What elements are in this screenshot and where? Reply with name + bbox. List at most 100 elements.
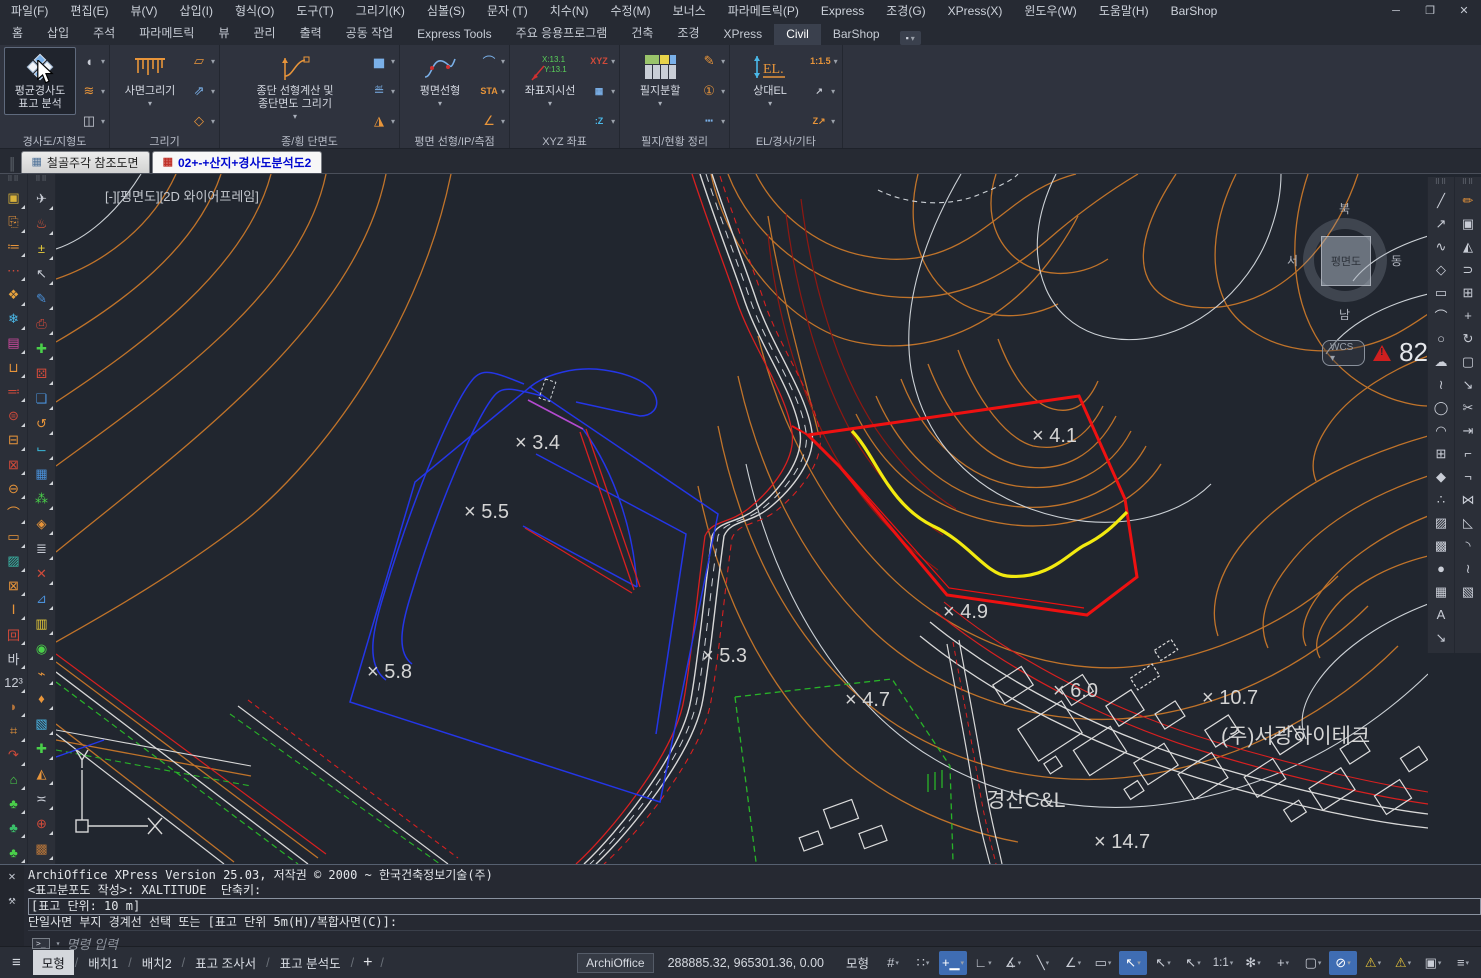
new-layout-button[interactable]: + bbox=[355, 954, 380, 972]
hatch-icon[interactable]: ▨ bbox=[1429, 511, 1453, 534]
ortho-mode-icon[interactable]: ∟▾ bbox=[969, 951, 997, 975]
xyz-table-icon[interactable]: XYZ▾ bbox=[590, 49, 615, 73]
maximize-icon[interactable]: ❐ bbox=[1413, 0, 1447, 22]
mesh-icon[interactable]: ◇▾ bbox=[190, 109, 215, 133]
coord-palette-icon[interactable]: ▦▾ bbox=[590, 79, 615, 103]
multileader-icon[interactable]: ↘ bbox=[1429, 626, 1453, 649]
gradient-icon[interactable]: ▩ bbox=[1429, 534, 1453, 557]
photo-tool-icon[interactable]: ❖ bbox=[2, 283, 26, 306]
grid-tool-icon[interactable]: ▥ bbox=[30, 612, 54, 636]
viewcube-north[interactable]: 북 bbox=[1339, 200, 1350, 217]
snap-overrides-icon[interactable]: ↖▾ bbox=[1149, 951, 1177, 975]
clipboard-tool-icon[interactable]: ⎘ bbox=[2, 211, 26, 234]
viewcube-face[interactable]: 평면도 bbox=[1321, 236, 1371, 286]
viewcube-west[interactable]: 서 bbox=[1287, 252, 1298, 269]
coordinates-display[interactable]: 288885.32, 965301.36, 0.00 bbox=[656, 956, 836, 970]
menu-item[interactable]: 도움말(H) bbox=[1088, 0, 1160, 22]
road3-tool-icon[interactable]: ⊟ bbox=[2, 429, 26, 452]
fillet-icon[interactable]: ◝ bbox=[1456, 534, 1480, 557]
tabbar-grip[interactable]: ║ bbox=[8, 157, 17, 171]
ribbon-options-button[interactable]: ▪▾ bbox=[900, 31, 921, 45]
command-dropdown-icon[interactable]: ▾ bbox=[56, 939, 61, 948]
ribbon-tab[interactable]: 삽입 bbox=[35, 21, 81, 45]
sketch-pencil-icon[interactable]: ✎▾ bbox=[700, 49, 725, 73]
crosshair-icon[interactable]: +▾ bbox=[1269, 951, 1297, 975]
ribbon-tab[interactable]: 홈 bbox=[0, 21, 35, 45]
table-icon[interactable]: ▦ bbox=[1429, 580, 1453, 603]
box-3d-icon[interactable]: ▧ bbox=[1456, 580, 1480, 603]
coord-leader-button[interactable]: X:13.1 Y:13.1 좌표지시선 ▾ bbox=[514, 47, 586, 112]
extend-icon[interactable]: ⇥ bbox=[1456, 419, 1480, 442]
menu-item[interactable]: XPress(X) bbox=[937, 0, 1014, 22]
file-tab[interactable]: ▦ 철골주각 참조도면 bbox=[21, 151, 150, 173]
copy-icon[interactable]: ▣ bbox=[1456, 212, 1480, 235]
graphics-warning-icon[interactable]: ⚠▾ bbox=[1359, 951, 1387, 975]
table-tool-icon[interactable]: ▦ bbox=[30, 462, 54, 486]
menu-item[interactable]: 문자 (T) bbox=[476, 0, 539, 22]
chamfer-icon[interactable]: ◺ bbox=[1456, 511, 1480, 534]
array-icon[interactable]: ⊞ bbox=[1456, 281, 1480, 304]
join-icon[interactable]: ⋈ bbox=[1456, 488, 1480, 511]
model-space-button[interactable]: 모형 bbox=[838, 953, 877, 972]
drawing-canvas[interactable]: [-][평면도][2D 와이어프레임] bbox=[56, 174, 1428, 864]
plan-alignment-button[interactable]: 평면선형 ▾ bbox=[404, 47, 476, 112]
layout-tab[interactable]: 배치1/ bbox=[79, 950, 132, 975]
ramp-icon[interactable]: ◮▾ bbox=[370, 109, 395, 133]
display-warning-icon[interactable]: ⚠▾ bbox=[1389, 951, 1417, 975]
customize-command-icon[interactable]: ⚒ bbox=[8, 893, 15, 907]
point-icon[interactable]: ∴ bbox=[1429, 488, 1453, 511]
menu-item[interactable]: 파일(F) bbox=[0, 0, 59, 22]
curve-icon[interactable]: ⌒▾ bbox=[480, 49, 505, 73]
offset-icon[interactable]: ⊃ bbox=[1456, 258, 1480, 281]
layout-tab[interactable]: 모형/ bbox=[33, 950, 80, 975]
warning-triangle-icon[interactable] bbox=[1373, 345, 1391, 361]
layers-tool-icon[interactable]: ❏ bbox=[30, 387, 54, 411]
ribbon-tab[interactable]: 주석 bbox=[81, 21, 127, 45]
station-icon[interactable]: STA▾ bbox=[480, 79, 505, 103]
arc-icon[interactable]: ⌒ bbox=[1429, 304, 1453, 327]
minimize-icon[interactable]: ─ bbox=[1379, 0, 1413, 22]
kite-tool-icon[interactable]: ◈ bbox=[30, 512, 54, 536]
ribbon-tab[interactable]: 파라메트릭 bbox=[127, 21, 206, 45]
polar-tracking-icon[interactable]: ∡▾ bbox=[999, 951, 1027, 975]
create-block-icon[interactable]: ◆ bbox=[1429, 465, 1453, 488]
circle-plus-tool-icon[interactable]: ⊕ bbox=[30, 812, 54, 836]
file-tab-active[interactable]: ▦ 02+-+산지+경사도분석도2 bbox=[152, 151, 323, 173]
menu-item[interactable]: 치수(N) bbox=[539, 0, 600, 22]
curve-arrow-tool-icon[interactable]: ↷ bbox=[2, 744, 26, 767]
menu-item[interactable]: 윈도우(W) bbox=[1013, 0, 1087, 22]
menu-item[interactable]: 형식(O) bbox=[224, 0, 285, 22]
wcs-dropdown[interactable]: WCS ▾ bbox=[1322, 340, 1365, 366]
contour-arc-icon[interactable]: ◖▾ bbox=[80, 49, 105, 73]
crossed-road-tool-icon[interactable]: ⊠ bbox=[2, 453, 26, 476]
menu-item[interactable]: 그리기(K) bbox=[345, 0, 416, 22]
list-tool-icon[interactable]: ≣ bbox=[30, 537, 54, 561]
ribbon-tab[interactable]: XPress bbox=[712, 24, 775, 45]
road-tool-icon[interactable]: ≕ bbox=[2, 380, 26, 403]
selection-cycling-icon[interactable]: ▢▾ bbox=[1299, 951, 1327, 975]
layout-menu-icon[interactable]: ≡ bbox=[0, 954, 33, 971]
rotate-icon[interactable]: ↻ bbox=[1456, 327, 1480, 350]
menu-item[interactable]: 심볼(S) bbox=[416, 0, 476, 22]
palette-grip[interactable]: ⠿⠿ bbox=[35, 174, 47, 186]
slope-hatch-icon[interactable]: ◫▾ bbox=[80, 109, 105, 133]
object-snap-tracking-icon[interactable]: ╲▾ bbox=[1029, 951, 1057, 975]
pencil-box-tool-icon[interactable]: ✎ bbox=[30, 287, 54, 311]
erase-icon[interactable]: ✏ bbox=[1456, 189, 1480, 212]
wipeout-icon[interactable]: ● bbox=[1429, 557, 1453, 580]
shoe-tool-icon[interactable]: ◗ bbox=[2, 695, 26, 718]
viewport-label[interactable]: [-][평면도][2D 와이어프레임] bbox=[105, 186, 259, 205]
palette-grip[interactable]: ⠿⠿ bbox=[1435, 177, 1447, 189]
section-scale-icon[interactable]: ≝▾ bbox=[370, 79, 395, 103]
isolate-objects-icon[interactable]: ⊘▾ bbox=[1329, 951, 1357, 975]
layout-tab[interactable]: 표고 조사서/ bbox=[186, 950, 270, 975]
rect-tool-icon[interactable]: ▭ bbox=[2, 526, 26, 549]
z-axis-icon[interactable]: Z↗▾ bbox=[810, 109, 838, 133]
arrows-icon[interactable]: ↗▾ bbox=[810, 79, 838, 103]
menu-item[interactable]: 편집(E) bbox=[59, 0, 119, 22]
clean-screen-icon[interactable]: ▣▾ bbox=[1419, 951, 1447, 975]
target-tool-icon[interactable]: ◉ bbox=[30, 637, 54, 661]
tree-move-tool-icon[interactable]: ♣ bbox=[2, 816, 26, 839]
break-icon[interactable]: ⌐ bbox=[1456, 442, 1480, 465]
parcel-split-button[interactable]: 필지분할 ▾ bbox=[624, 47, 696, 112]
